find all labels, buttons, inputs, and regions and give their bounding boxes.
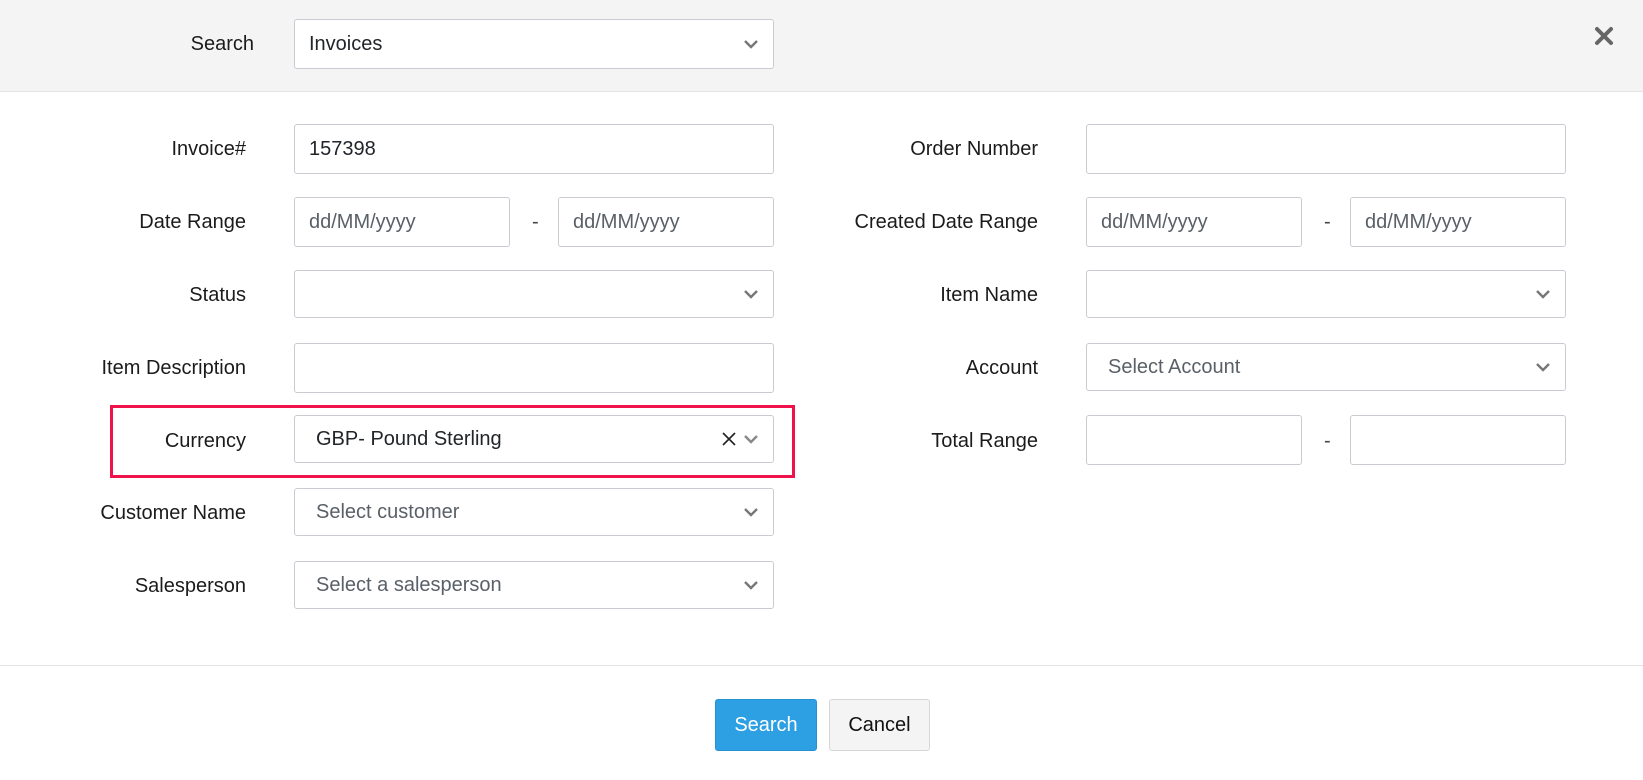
item-name-select[interactable] [1086, 270, 1566, 318]
chevron-down-icon [743, 489, 759, 535]
search-type-select[interactable]: Invoices [294, 19, 774, 69]
date-range-from-placeholder: dd/MM/yyyy [309, 211, 416, 233]
chevron-down-icon [743, 20, 759, 68]
date-range-label: Date Range [139, 211, 246, 233]
created-date-from-input[interactable]: dd/MM/yyyy [1086, 197, 1302, 247]
order-number-label: Order Number [910, 138, 1038, 160]
customer-placeholder: Select customer [316, 501, 460, 523]
customer-select[interactable]: Select customer [294, 488, 774, 536]
footer-divider [0, 665, 1643, 666]
item-description-label: Item Description [101, 357, 247, 379]
cancel-button[interactable]: Cancel [829, 699, 930, 751]
chevron-down-icon [743, 416, 759, 462]
chevron-down-icon [1535, 344, 1551, 390]
total-range-label: Total Range [931, 430, 1038, 452]
account-placeholder: Select Account [1108, 356, 1241, 378]
order-number-input[interactable] [1086, 124, 1566, 174]
close-icon[interactable] [1592, 24, 1616, 48]
invoice-number-input[interactable]: 157398 [294, 124, 774, 174]
invoice-number-value: 157398 [309, 138, 376, 160]
total-range-to-input[interactable] [1350, 415, 1566, 465]
salesperson-placeholder: Select a salesperson [316, 574, 502, 596]
search-header: Search Invoices [0, 0, 1643, 92]
search-type-value: Invoices [309, 33, 383, 55]
salesperson-select[interactable]: Select a salesperson [294, 561, 774, 609]
currency-select[interactable]: GBP- Pound Sterling [294, 415, 774, 463]
search-button[interactable]: Search [715, 699, 817, 751]
account-label: Account [965, 357, 1038, 379]
created-date-from-placeholder: dd/MM/yyyy [1101, 211, 1208, 233]
customer-name-label: Customer Name [100, 502, 246, 524]
date-range-to-input[interactable]: dd/MM/yyyy [558, 197, 774, 247]
clear-icon[interactable] [721, 416, 737, 462]
total-range-from-input[interactable] [1086, 415, 1302, 465]
date-range-to-placeholder: dd/MM/yyyy [573, 211, 680, 233]
account-select[interactable]: Select Account [1086, 343, 1566, 391]
date-range-from-input[interactable]: dd/MM/yyyy [294, 197, 510, 247]
invoice-number-label: Invoice# [171, 138, 247, 160]
chevron-down-icon [743, 562, 759, 608]
created-date-separator: - [1324, 211, 1331, 233]
created-date-to-input[interactable]: dd/MM/yyyy [1350, 197, 1566, 247]
total-range-separator: - [1324, 430, 1331, 452]
search-type-label: Search [190, 33, 254, 55]
currency-value: GBP- Pound Sterling [316, 428, 502, 450]
status-label: Status [189, 284, 246, 306]
created-date-range-label: Created Date Range [854, 211, 1038, 233]
salesperson-label: Salesperson [134, 575, 246, 597]
created-date-to-placeholder: dd/MM/yyyy [1365, 211, 1472, 233]
item-description-input[interactable] [294, 343, 774, 393]
item-name-label: Item Name [940, 284, 1038, 306]
date-range-separator: - [532, 211, 539, 233]
status-select[interactable] [294, 270, 774, 318]
chevron-down-icon [743, 271, 759, 317]
currency-label: Currency [164, 430, 246, 452]
chevron-down-icon [1535, 271, 1551, 317]
